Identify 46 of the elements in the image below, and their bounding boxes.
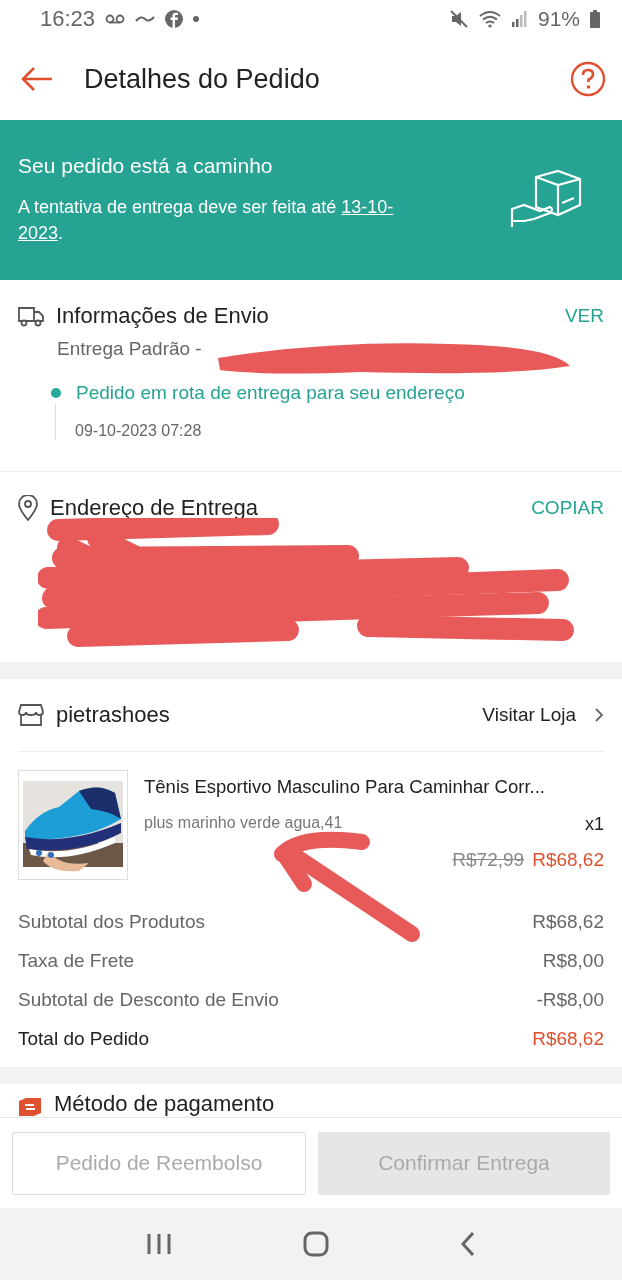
location-pin-icon — [18, 495, 38, 521]
summary-label: Total do Pedido — [18, 1027, 149, 1050]
banner-title: Seu pedido está a caminho — [18, 154, 274, 178]
back-arrow-icon[interactable] — [20, 66, 54, 92]
clock: 16:23 — [40, 6, 96, 32]
visit-shop-link[interactable]: Visitar Loja — [482, 704, 576, 726]
page-title: Detalhes do Pedido — [84, 63, 321, 95]
summary-label: Subtotal de Desconto de Envio — [18, 988, 279, 1011]
quantity: x1 — [585, 814, 604, 835]
summary-value: R$68,62 — [532, 910, 604, 933]
app-icon — [135, 14, 156, 24]
event-time: 09-10-2023 07:28 — [75, 422, 202, 439]
section-title: Informações de Envio — [56, 303, 270, 329]
summary-value: R$68,62 — [532, 1027, 604, 1050]
banner-text: A tentativa de entrega deve ser feita até 13-10-2023. — [18, 196, 395, 245]
summary-label: Taxa de Frete — [18, 949, 135, 972]
back-icon[interactable] — [460, 1231, 477, 1257]
battery-icon — [590, 10, 600, 28]
summary-value: -R$8,00 — [536, 988, 604, 1011]
home-icon[interactable] — [303, 1231, 329, 1257]
shop-icon — [18, 703, 44, 727]
wifi-icon — [477, 10, 502, 28]
recent-apps-icon[interactable] — [145, 1232, 172, 1256]
summary-value: R$8,00 — [542, 949, 604, 972]
product-variant: plus marinho verde agua,41 — [144, 814, 343, 833]
view-link[interactable]: VER — [564, 305, 604, 327]
summary-label: Subtotal dos Produtos — [18, 910, 205, 933]
tracking-event: Pedido em rota de entrega para seu endereço — [76, 382, 465, 404]
copy-link[interactable]: COPIAR — [531, 497, 604, 519]
product-name: Tênis Esportivo Masculino Para Caminhar Corr... — [144, 776, 546, 798]
signal-icon — [511, 11, 528, 27]
dot-icon — [193, 16, 200, 22]
truck-icon — [18, 305, 44, 327]
help-icon[interactable] — [570, 61, 606, 97]
shipping-method: Entrega Padrão - — [56, 338, 203, 360]
original-price: R$72,99 — [452, 849, 525, 871]
shop-name: pietrashoes — [56, 702, 171, 728]
price: R$68,62 — [532, 849, 604, 871]
section-title: Método de pagamento — [54, 1091, 276, 1117]
battery-percent: 91% — [537, 7, 580, 31]
mute-icon — [449, 10, 468, 28]
section-title: Endereço de Entrega — [50, 495, 259, 521]
chevron-right-icon — [594, 707, 604, 723]
social-app-icon — [165, 10, 184, 28]
voicemail-icon — [105, 14, 126, 24]
timeline-dot-icon — [50, 387, 62, 399]
